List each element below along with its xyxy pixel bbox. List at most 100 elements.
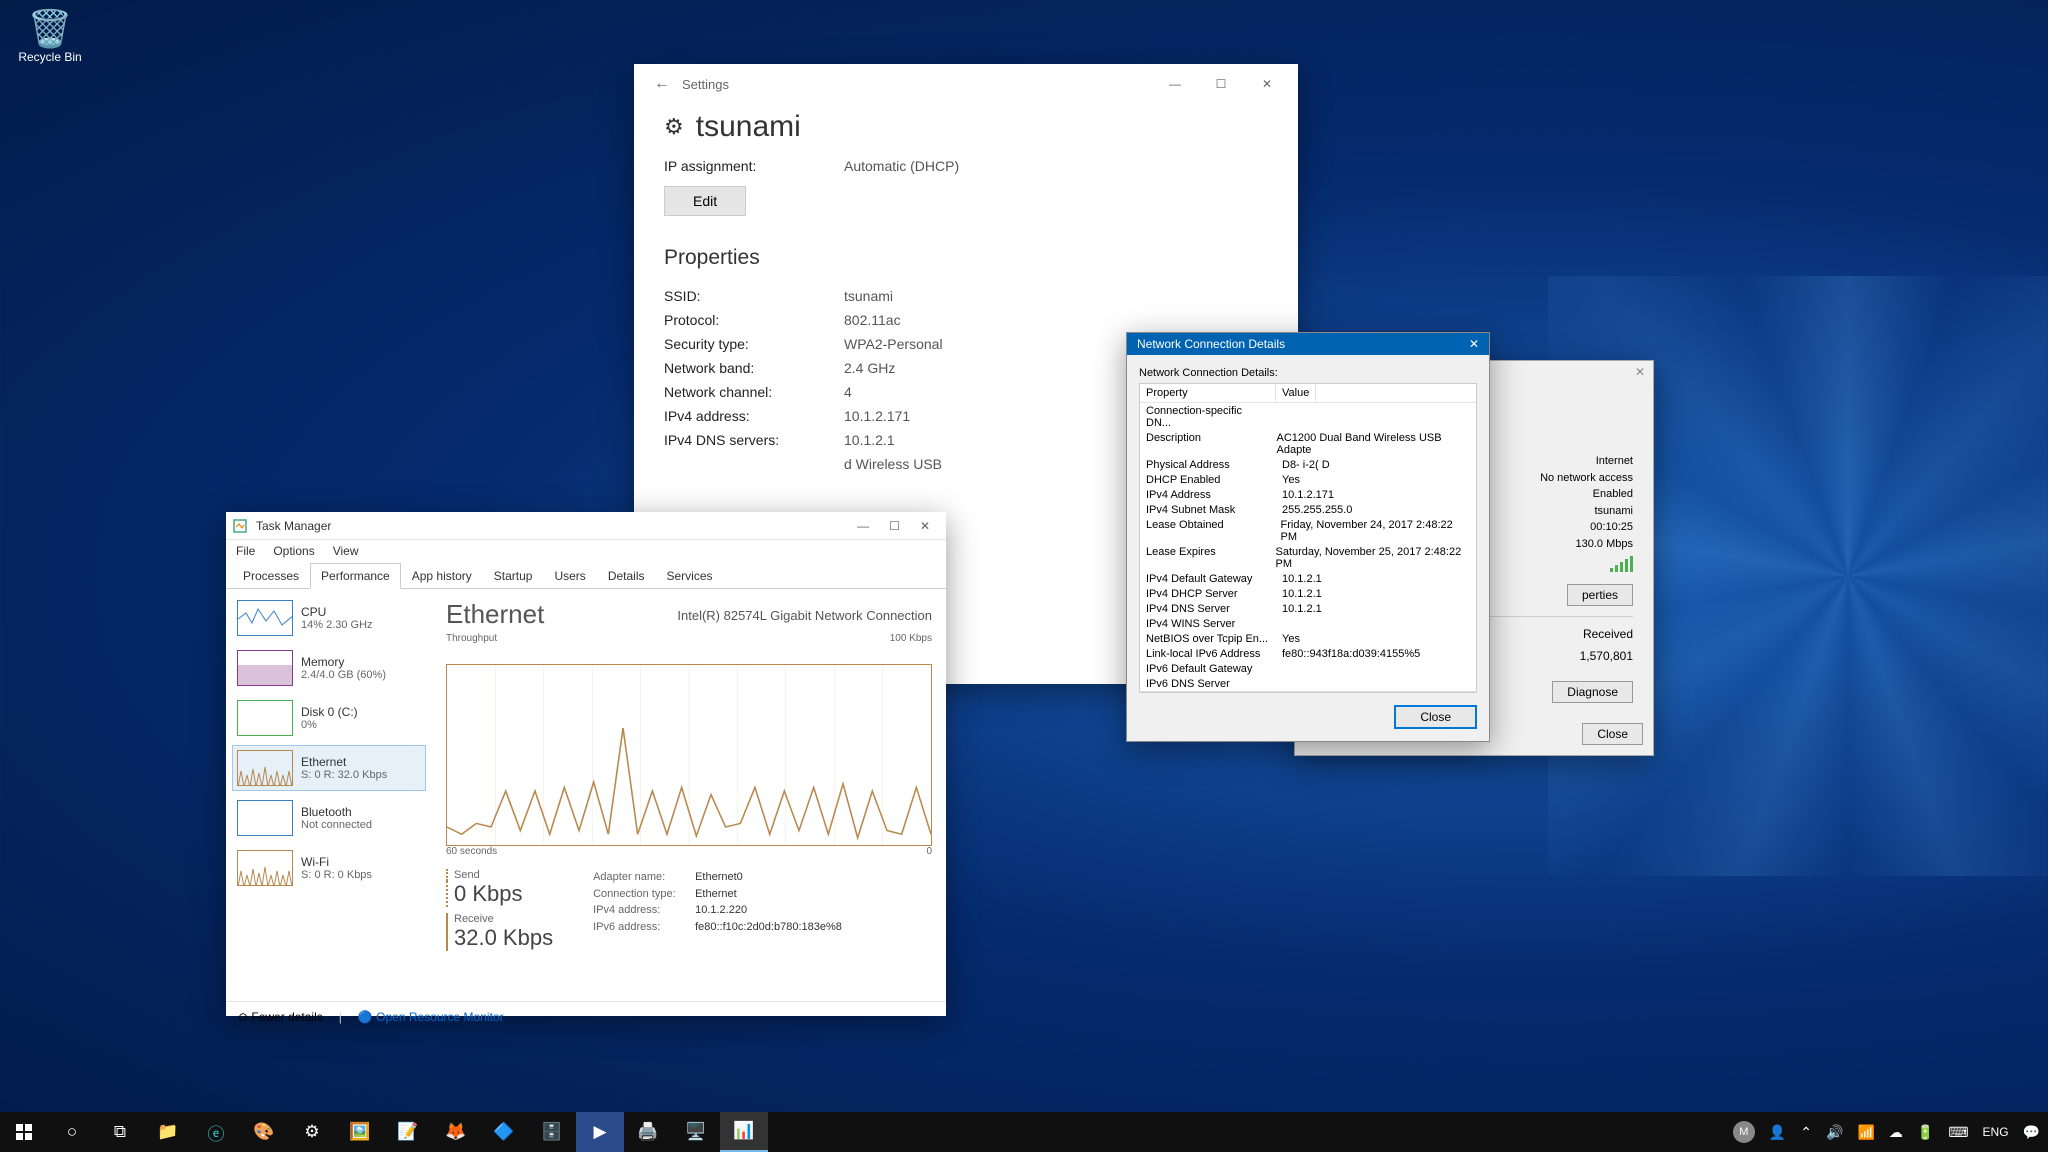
- printer-icon[interactable]: 🖨️: [624, 1112, 672, 1152]
- fewer-details-toggle[interactable]: ⊙ Fewer details: [238, 1010, 323, 1024]
- back-button[interactable]: ←: [642, 75, 682, 93]
- powershell-icon[interactable]: ▶: [576, 1112, 624, 1152]
- people-icon[interactable]: 👤: [1769, 1124, 1786, 1141]
- detail-row[interactable]: IPv6 Default Gateway: [1140, 661, 1476, 676]
- col-property[interactable]: Property: [1140, 384, 1276, 402]
- photos-icon[interactable]: 🖼️: [336, 1112, 384, 1152]
- detail-row[interactable]: IPv6 DNS Server: [1140, 676, 1476, 691]
- minimize-button[interactable]: —: [857, 519, 869, 533]
- dialog-title: Network Connection Details: [1137, 337, 1285, 351]
- detail-row[interactable]: Lease ObtainedFriday, November 24, 2017 …: [1140, 517, 1476, 544]
- paint-icon[interactable]: 🎨: [240, 1112, 288, 1152]
- detail-row[interactable]: IPv4 Default Gateway10.1.2.1: [1140, 571, 1476, 586]
- minimize-button[interactable]: —: [1152, 69, 1198, 99]
- keyboard-icon[interactable]: ⌨: [1948, 1124, 1968, 1141]
- recycle-bin-label: Recycle Bin: [12, 50, 88, 64]
- maximize-button[interactable]: ☐: [1198, 69, 1244, 99]
- properties-button[interactable]: perties: [1567, 584, 1633, 606]
- horizontal-scrollbar[interactable]: ◀▶: [1140, 691, 1476, 693]
- sidebar-item-cpu[interactable]: CPU14% 2.30 GHz: [232, 595, 426, 641]
- properties-heading: Properties: [664, 246, 1268, 270]
- network-connection-details-dialog: Network Connection Details ✕ Network Con…: [1126, 332, 1490, 742]
- close-button[interactable]: ✕: [1244, 69, 1290, 99]
- diagnose-button[interactable]: Diagnose: [1552, 681, 1633, 703]
- edit-button[interactable]: Edit: [664, 186, 746, 216]
- wifi-icon[interactable]: 📶: [1857, 1124, 1874, 1141]
- detail-row[interactable]: IPv4 WINS Server: [1140, 616, 1476, 631]
- task-manager-window: Task Manager — ☐ ✕ File Options View Proce…: [226, 512, 946, 1016]
- tab-services[interactable]: Services: [656, 563, 724, 589]
- notepad-icon[interactable]: 📝: [384, 1112, 432, 1152]
- property-label: SSID:: [664, 288, 844, 304]
- tab-startup[interactable]: Startup: [483, 563, 544, 589]
- volume-icon[interactable]: 🔊: [1826, 1124, 1843, 1141]
- property-label: IPv4 DNS servers:: [664, 432, 844, 448]
- detail-row[interactable]: NetBIOS over Tcpip En...Yes: [1140, 631, 1476, 646]
- recycle-bin-icon: 🗑️: [12, 8, 88, 50]
- file-explorer-icon[interactable]: 📁: [144, 1112, 192, 1152]
- edge-icon[interactable]: ⓔ: [192, 1112, 240, 1152]
- menu-file[interactable]: File: [236, 544, 255, 558]
- action-center-icon[interactable]: 💬: [2023, 1124, 2040, 1141]
- onedrive-icon[interactable]: ☁: [1889, 1124, 1903, 1141]
- maximize-button[interactable]: ☐: [889, 519, 900, 533]
- detail-row[interactable]: IPv4 DHCP Server10.1.2.1: [1140, 586, 1476, 601]
- sidebar-item-ethernet[interactable]: EthernetS: 0 R: 32.0 Kbps: [232, 745, 426, 791]
- property-value: 4: [844, 384, 852, 400]
- task-manager-icon: [230, 516, 250, 536]
- sidebar-item-disk-0--c--[interactable]: Disk 0 (C:)0%: [232, 695, 426, 741]
- detail-row[interactable]: Physical AddressD8- i-2( D: [1140, 457, 1476, 472]
- send-label: Send: [446, 869, 553, 881]
- throughput-label: Throughput: [446, 633, 497, 644]
- property-value: 10.1.2.1: [844, 432, 895, 448]
- monitor-icon[interactable]: 🖥️: [672, 1112, 720, 1152]
- close-button[interactable]: Close: [1582, 723, 1643, 745]
- sidebar-item-memory[interactable]: Memory2.4/4.0 GB (60%): [232, 645, 426, 691]
- close-button[interactable]: Close: [1394, 705, 1477, 729]
- tab-users[interactable]: Users: [543, 563, 596, 589]
- tab-processes[interactable]: Processes: [232, 563, 310, 589]
- detail-row[interactable]: IPv4 DNS Server10.1.2.1: [1140, 601, 1476, 616]
- detail-row[interactable]: IPv4 Subnet Mask255.255.255.0: [1140, 502, 1476, 517]
- language-indicator[interactable]: ENG: [1983, 1125, 2009, 1139]
- property-value: 10.1.2.171: [844, 408, 910, 424]
- property-value: 2.4 GHz: [844, 360, 895, 376]
- task-view-button[interactable]: ⧉: [96, 1112, 144, 1152]
- task-manager-titlebar[interactable]: Task Manager — ☐ ✕: [226, 512, 946, 540]
- menu-view[interactable]: View: [333, 544, 359, 558]
- detail-row[interactable]: Link-local IPv6 Addressfe80::943f18a:d03…: [1140, 646, 1476, 661]
- sidebar-item-wi-fi[interactable]: Wi-FiS: 0 R: 0 Kbps: [232, 845, 426, 891]
- tab-app-history[interactable]: App history: [401, 563, 483, 589]
- property-label: IPv4 address:: [664, 408, 844, 424]
- tab-performance[interactable]: Performance: [310, 563, 401, 589]
- firefox-icon[interactable]: 🦊: [432, 1112, 480, 1152]
- close-button[interactable]: ✕: [1469, 337, 1479, 351]
- detail-row[interactable]: IPv4 Address10.1.2.171: [1140, 487, 1476, 502]
- settings-icon[interactable]: ⚙: [288, 1112, 336, 1152]
- sidebar-item-bluetooth[interactable]: BluetoothNot connected: [232, 795, 426, 841]
- col-value[interactable]: Value: [1276, 384, 1316, 402]
- close-button[interactable]: ✕: [1635, 365, 1645, 379]
- tray-overflow-icon[interactable]: ⌃: [1800, 1124, 1812, 1141]
- cortana-button[interactable]: ○: [48, 1112, 96, 1152]
- detail-row[interactable]: DHCP EnabledYes: [1140, 472, 1476, 487]
- tab-details[interactable]: Details: [597, 563, 656, 589]
- task-manager-taskbar-icon[interactable]: 📊: [720, 1112, 768, 1152]
- dialog-titlebar[interactable]: Network Connection Details ✕: [1127, 333, 1489, 355]
- start-button[interactable]: [0, 1112, 48, 1152]
- detail-row[interactable]: Lease ExpiresSaturday, November 25, 2017…: [1140, 544, 1476, 571]
- ip-assignment-value: Automatic (DHCP): [844, 158, 959, 174]
- detail-row[interactable]: Connection-specific DN...: [1140, 403, 1476, 430]
- detail-row[interactable]: DescriptionAC1200 Dual Band Wireless USB…: [1140, 430, 1476, 457]
- user-icon[interactable]: M: [1733, 1121, 1755, 1143]
- battery-icon[interactable]: 🔋: [1917, 1124, 1934, 1141]
- menu-options[interactable]: Options: [273, 544, 314, 558]
- recycle-bin[interactable]: 🗑️ Recycle Bin: [12, 8, 88, 64]
- settings-titlebar[interactable]: ← Settings — ☐ ✕: [634, 64, 1298, 104]
- open-resource-monitor-link[interactable]: 🔵 Open Resource Monitor: [358, 1010, 504, 1024]
- calculator-icon[interactable]: 🗄️: [528, 1112, 576, 1152]
- task-manager-title: Task Manager: [256, 519, 331, 533]
- app-icon[interactable]: 🔷: [480, 1112, 528, 1152]
- close-button[interactable]: ✕: [920, 519, 930, 533]
- details-grid: Property Value Connection-specific DN...…: [1139, 383, 1477, 693]
